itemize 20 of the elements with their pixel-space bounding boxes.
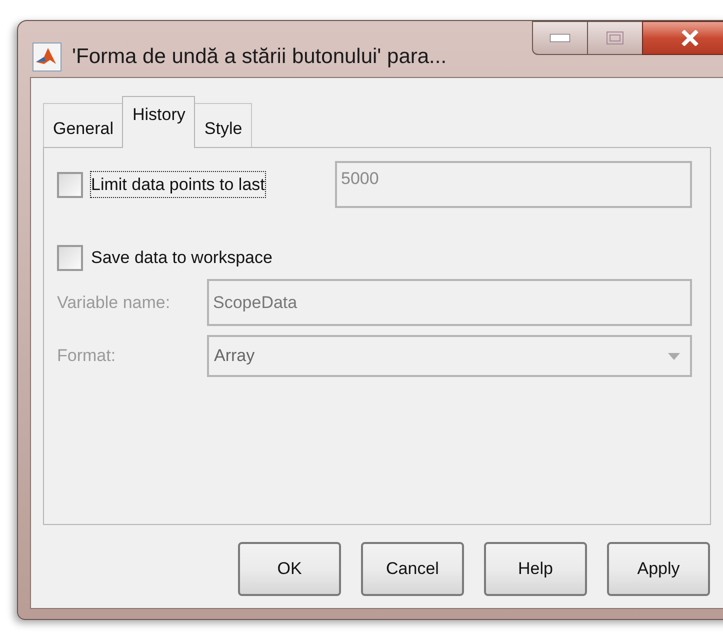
dialog-button[interactable]: Apply (607, 542, 710, 596)
dialog-button[interactable]: OK (238, 542, 341, 596)
maximize-button[interactable] (588, 21, 642, 55)
app-icon (32, 42, 62, 72)
close-icon (681, 30, 699, 46)
close-button[interactable] (642, 21, 723, 55)
window-title: 'Forma de undă a stării butonului' para... (72, 44, 447, 70)
minimize-button[interactable] (532, 21, 588, 55)
checkbox-label[interactable]: Save data to workspace (91, 245, 272, 271)
maximize-icon (606, 31, 624, 45)
tab[interactable]: History (122, 96, 196, 148)
caret-icon (668, 352, 680, 360)
tab[interactable]: Style (194, 103, 252, 147)
field-label: Format: (57, 345, 117, 368)
minimize-icon (550, 34, 570, 42)
field-label: Variable name: (57, 292, 172, 314)
checkbox[interactable] (57, 245, 83, 271)
tab[interactable]: General (43, 103, 124, 147)
dialog-button[interactable]: Cancel (361, 542, 464, 596)
dialog-button[interactable]: Help (484, 542, 587, 596)
